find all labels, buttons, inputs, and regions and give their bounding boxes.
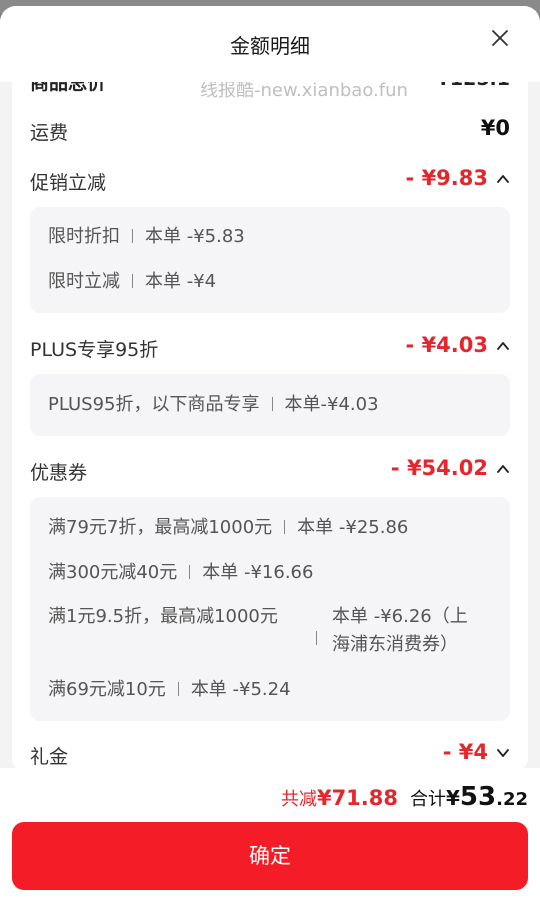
sheet-header: 金额明细 [0, 6, 540, 82]
divider [189, 565, 191, 579]
coupon-item-value-cont: 海浦东消费券） [332, 634, 458, 655]
gift-amount: - ¥4 [442, 740, 488, 764]
plus-item-name: PLUS95折，以下商品专享 [48, 394, 260, 415]
amount-detail-sheet: 金额明细 线报酷-new.xianbao.fun 商品总价 ¥125.1 运费 … [0, 6, 540, 898]
coupon-detail-item: 满69元减10元 本单 -¥5.24 [48, 676, 496, 704]
promo-item-value: 本单 -¥5.83 [145, 226, 245, 247]
promo-item-name: 限时折扣 [48, 226, 120, 247]
total-label: 合计 [410, 789, 446, 810]
chevron-up-icon[interactable] [496, 462, 510, 476]
coupon-amount: - ¥54.02 [390, 456, 488, 480]
plus-row[interactable]: PLUS专享95折 - ¥4.03 [30, 331, 510, 361]
promo-item-name: 限时立减 [48, 271, 120, 292]
coupon-item-name: 满69元减10元 [48, 679, 166, 700]
promo-detail-item: 限时立减 本单 -¥4 [48, 268, 496, 296]
coupon-row[interactable]: 优惠券 - ¥54.02 [30, 454, 510, 484]
coupon-item-value: 本单 -¥6.26（上 [332, 606, 468, 627]
saved-value: ¥71.88 [316, 786, 398, 810]
plus-detail-box: PLUS95折，以下商品专享 本单-¥4.03 [30, 374, 510, 436]
divider [177, 682, 179, 696]
divider [132, 229, 133, 243]
detail-card: 商品总价 ¥125.1 运费 ¥0 促销立减 - ¥9.83 限时折扣本单 -¥… [12, 82, 528, 772]
coupon-item-value: 本单 -¥25.86 [297, 517, 409, 538]
goods-total-label: 商品总价 [30, 82, 107, 94]
total-integer: 53 [459, 782, 497, 812]
coupon-item-name: 满79元7折，最高减1000元 [48, 517, 273, 538]
gift-row[interactable]: 礼金 - ¥4 [30, 738, 510, 768]
coupon-detail-item: 满79元7折，最高减1000元 本单 -¥25.86 [48, 514, 496, 542]
divider [271, 397, 273, 411]
footer-bar: 共减¥71.88 合计¥53.22 确定 [0, 768, 540, 898]
promo-detail-item: 限时折扣 本单 -¥5.83 [48, 223, 496, 251]
promo-item-value: 本单 -¥4 [145, 271, 217, 292]
plus-label: PLUS专享95折 [30, 339, 159, 361]
plus-item-value: 本单-¥4.03 [284, 394, 379, 415]
shipping-row: 运费 ¥0 [30, 114, 510, 144]
coupon-detail-item: 满300元减40元 本单 -¥16.66 [48, 559, 496, 587]
close-icon[interactable] [488, 26, 512, 50]
chevron-down-icon[interactable] [496, 746, 510, 760]
coupon-item-name: 满1元9.5折，最高减1000元 [48, 606, 278, 627]
sheet-title: 金额明细 [230, 34, 310, 58]
shipping-amount: ¥0 [480, 116, 510, 140]
goods-total-amount: ¥125.1 [437, 82, 510, 90]
plus-amount: - ¥4.03 [405, 333, 488, 357]
chevron-up-icon[interactable] [496, 339, 510, 353]
coupon-item-name: 满300元减40元 [48, 562, 178, 583]
confirm-button[interactable]: 确定 [12, 822, 528, 890]
total-decimal: .22 [496, 789, 528, 810]
promo-label: 促销立减 [30, 172, 107, 194]
coupon-label: 优惠券 [30, 462, 88, 484]
promo-row[interactable]: 促销立减 - ¥9.83 [30, 164, 510, 194]
divider [284, 520, 286, 534]
coupon-item-value: 本单 -¥5.24 [190, 679, 291, 700]
plus-detail-item: PLUS95折，以下商品专享 本单-¥4.03 [48, 391, 496, 419]
divider [132, 274, 133, 288]
saved-label: 共减 [280, 789, 317, 810]
shipping-label: 运费 [30, 122, 69, 144]
divider [316, 631, 317, 645]
total-summary: 共减¥71.88 合计¥53.22 [281, 782, 528, 816]
chevron-up-icon[interactable] [496, 172, 510, 186]
promo-amount: - ¥9.83 [405, 166, 488, 190]
coupon-item-value: 本单 -¥16.66 [202, 562, 314, 583]
gift-label: 礼金 [30, 746, 69, 768]
promo-detail-box: 限时折扣 本单 -¥5.83 限时立减 本单 -¥4 [30, 207, 510, 313]
total-currency: ¥ [446, 786, 460, 810]
coupon-detail-box: 满79元7折，最高减1000元 本单 -¥25.86 满300元减40元 本单 -¥… [30, 497, 510, 721]
